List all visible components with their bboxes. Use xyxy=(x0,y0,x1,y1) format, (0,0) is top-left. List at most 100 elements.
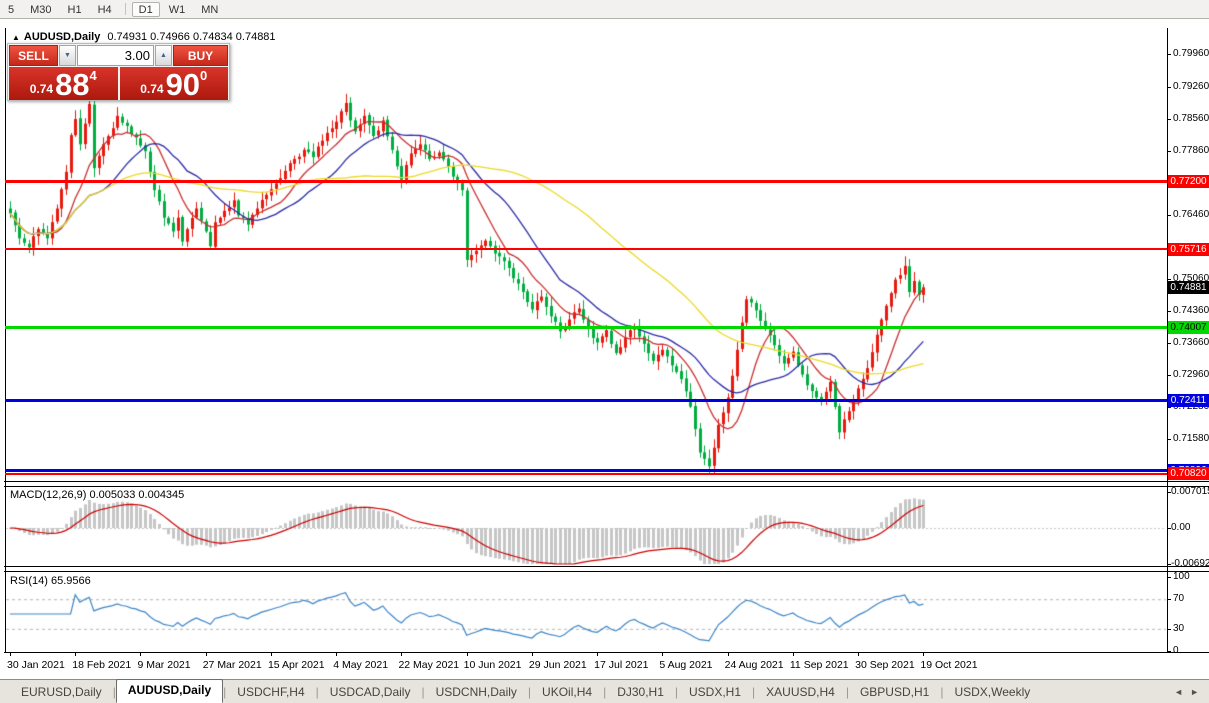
date-axis-label: 30 Sep 2021 xyxy=(855,659,915,671)
sell-button[interactable]: SELL xyxy=(9,45,58,66)
chart-ohlc-values: 0.74931 0.74966 0.74834 0.74881 xyxy=(107,31,276,43)
pane-separator xyxy=(4,566,1209,567)
level-price-label: 0.74007 xyxy=(1168,320,1209,334)
chart-tab-UKOil-H4[interactable]: UKOil,H4 xyxy=(531,682,603,703)
chart-tab-USDCAD-Daily[interactable]: USDCAD,Daily xyxy=(319,682,422,703)
buy-price-panel[interactable]: 0.74 90 0 xyxy=(119,67,228,102)
price-axis-label: 0.77860 xyxy=(1173,144,1209,156)
price-axis-label: 0.71580 xyxy=(1173,432,1209,444)
chart-tab-DJ30-H1[interactable]: DJ30,H1 xyxy=(606,682,675,703)
date-axis-label: 15 Apr 2021 xyxy=(267,659,325,671)
pane-separator[interactable] xyxy=(4,571,1209,572)
level-line-0.72411[interactable] xyxy=(5,399,1167,403)
timeframe-button-H1[interactable]: H1 xyxy=(61,2,89,17)
date-axis-tick xyxy=(206,652,207,656)
chart-collapse-icon[interactable]: ▲ xyxy=(12,33,20,42)
date-axis-tick xyxy=(75,652,76,656)
chart-title: ▲ AUDUSD,Daily 0.74931 0.74966 0.74834 0.7… xyxy=(12,31,276,43)
chart-tab-XAUUSD-H4[interactable]: XAUUSD,H4 xyxy=(755,682,846,703)
price-axis-label: 0.76460 xyxy=(1173,208,1209,220)
buy-price-big: 90 xyxy=(165,67,201,102)
level-price-label: 0.70820 xyxy=(1168,467,1209,481)
rsi-indicator-canvas[interactable] xyxy=(5,572,1167,652)
date-axis-tick xyxy=(858,652,859,656)
date-axis-label: 18 Feb 2021 xyxy=(72,659,132,671)
level-line-0.74007[interactable] xyxy=(5,325,1167,329)
date-axis-tick xyxy=(728,652,729,656)
rsi-axis-tick xyxy=(1167,629,1171,630)
buy-button[interactable]: BUY xyxy=(173,45,228,66)
toolbar-separator xyxy=(124,3,126,15)
rsi-label: RSI(14) 65.9566 xyxy=(10,575,91,587)
tab-scroll-controls: ◄ ► xyxy=(1167,682,1199,703)
pane-separator xyxy=(4,481,1209,482)
timeframe-button-M30[interactable]: M30 xyxy=(23,2,58,17)
buy-price-pip: 0 xyxy=(200,68,208,83)
date-axis-label: 19 Oct 2021 xyxy=(920,659,978,671)
one-click-trading-panel: SELL ▼ ▲ BUY 0.74 88 4 0.74 90 0 xyxy=(7,43,230,101)
rsi-axis-tick xyxy=(1167,577,1171,578)
chart-tab-USDX-H1[interactable]: USDX,H1 xyxy=(678,682,752,703)
current-price-label: 0.74881 xyxy=(1168,280,1209,294)
price-axis-tick xyxy=(1167,54,1171,55)
date-axis-tick xyxy=(10,652,11,656)
date-axis-tick xyxy=(923,652,924,656)
sell-price-big: 88 xyxy=(55,67,90,102)
volume-input[interactable] xyxy=(77,45,154,66)
chart-tab-USDCHF-H4[interactable]: USDCHF,H4 xyxy=(226,682,315,703)
level-line-0.77200[interactable] xyxy=(5,179,1167,183)
date-axis-tick xyxy=(532,652,533,656)
macd-axis-label: 0.007015 xyxy=(1171,486,1209,498)
macd-axis-label: -0.006923 xyxy=(1171,557,1209,569)
macd-axis-tick xyxy=(1167,564,1171,565)
timeframe-button-H4[interactable]: H4 xyxy=(91,2,119,17)
tabs-scroll-left-icon[interactable]: ◄ xyxy=(1174,687,1183,697)
chart-tab-EURUSD-Daily[interactable]: EURUSD,Daily xyxy=(10,682,113,703)
price-axis-tick xyxy=(1167,215,1171,216)
level-price-label: 0.77200 xyxy=(1168,174,1209,188)
price-axis-tick xyxy=(1167,279,1171,280)
chart-tab-GBPUSD-H1[interactable]: GBPUSD,H1 xyxy=(849,682,940,703)
level-line-0.75716[interactable] xyxy=(5,248,1167,251)
rsi-axis-tick xyxy=(1167,651,1171,652)
pane-separator[interactable] xyxy=(4,486,1209,487)
level-line-0.70896[interactable] xyxy=(5,468,1167,472)
chart-symbol-label: AUDUSD,Daily xyxy=(23,31,101,43)
chart-tab-USDX-Weekly[interactable]: USDX,Weekly xyxy=(943,682,1041,703)
date-axis-label: 11 Sep 2021 xyxy=(789,659,849,671)
timeframe-button-D1[interactable]: D1 xyxy=(131,1,160,17)
date-axis-tick xyxy=(140,652,141,656)
pane-separator xyxy=(4,652,1209,653)
level-price-label: 0.75716 xyxy=(1168,242,1209,256)
chart-left-border xyxy=(5,28,6,652)
tabs-scroll-right-icon[interactable]: ► xyxy=(1190,687,1199,697)
date-axis-label: 27 Mar 2021 xyxy=(202,659,262,671)
date-axis-label: 9 Mar 2021 xyxy=(137,659,191,671)
date-axis-label: 4 May 2021 xyxy=(333,659,389,671)
sell-price-panel[interactable]: 0.74 88 4 xyxy=(9,67,118,100)
timeframe-button-MN[interactable]: MN xyxy=(194,2,225,17)
date-axis-tick xyxy=(271,652,272,656)
date-axis-label: 5 Aug 2021 xyxy=(659,659,713,671)
date-axis-tick xyxy=(401,652,402,656)
level-price-label: 0.72411 xyxy=(1168,394,1209,408)
date-axis-label: 24 Aug 2021 xyxy=(724,659,784,671)
macd-axis-tick xyxy=(1167,528,1171,529)
timeframe-button-W1[interactable]: W1 xyxy=(162,2,193,17)
sell-price-pip: 4 xyxy=(89,68,97,83)
date-axis-tick xyxy=(467,652,468,656)
timeframe-toolbar: 5 M30 H1 H4 D1 W1 MN xyxy=(0,0,1209,19)
timeframe-button-5[interactable]: 5 xyxy=(1,2,21,17)
rsi-axis-tick xyxy=(1167,599,1171,600)
chart-tab-USDCNH-Daily[interactable]: USDCNH,Daily xyxy=(425,682,528,703)
volume-increase-button[interactable]: ▲ xyxy=(155,45,172,66)
price-axis-label: 0.79260 xyxy=(1173,80,1209,92)
price-axis-label: 0.79960 xyxy=(1173,48,1209,60)
chart-tab-AUDUSD-Daily[interactable]: AUDUSD,Daily xyxy=(115,679,224,703)
date-axis-label: 10 Jun 2021 xyxy=(463,659,522,671)
volume-decrease-button[interactable]: ▼ xyxy=(59,45,76,66)
level-line-0.70820[interactable] xyxy=(5,472,1167,475)
date-axis-tick xyxy=(793,652,794,656)
date-axis-tick xyxy=(597,652,598,656)
date-axis-tick xyxy=(662,652,663,656)
